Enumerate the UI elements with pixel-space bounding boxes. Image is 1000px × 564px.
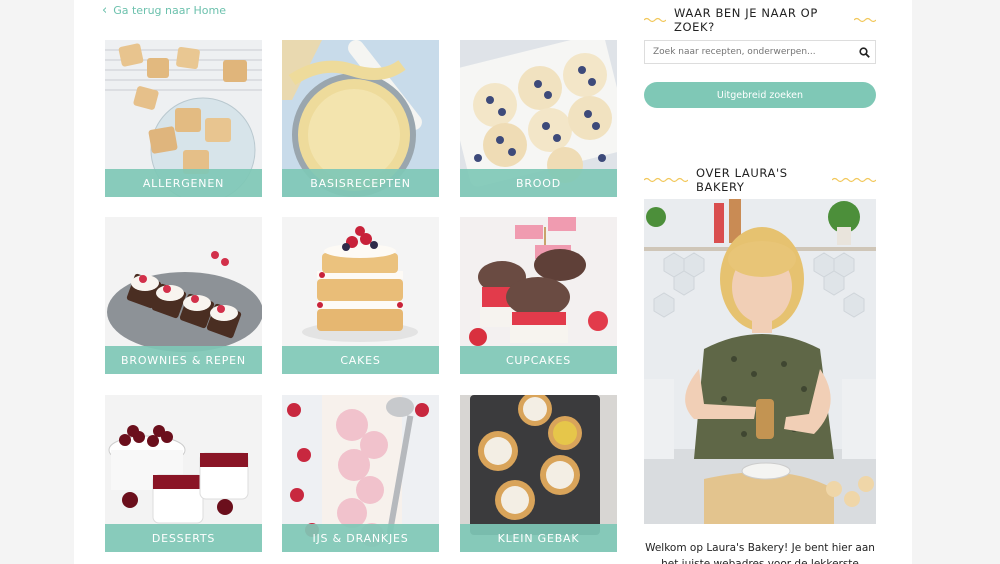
- search-box: [644, 40, 876, 64]
- wave-decoration-icon: [854, 17, 876, 23]
- wave-decoration-icon: [832, 177, 876, 183]
- category-label: BASISRECEPTEN: [282, 169, 439, 197]
- about-heading-text: OVER LAURA'S BAKERY: [696, 166, 788, 194]
- category-tile-desserts[interactable]: DESSERTS: [105, 395, 262, 552]
- search-heading-text: WAAR BEN JE NAAR OP ZOEK?: [674, 6, 818, 34]
- wave-decoration-icon: [644, 177, 688, 183]
- about-heading: OVER LAURA'S BAKERY: [644, 166, 876, 194]
- chevron-left-icon: ‹: [102, 3, 108, 18]
- category-label: ALLERGENEN: [105, 169, 262, 197]
- search-icon[interactable]: [853, 41, 875, 63]
- category-tile-allergenen[interactable]: ALLERGENEN: [105, 40, 262, 197]
- back-to-home-link[interactable]: ‹ Ga terug naar Home: [102, 4, 226, 17]
- search-heading: WAAR BEN JE NAAR OP ZOEK?: [644, 6, 876, 34]
- category-label: KLEIN GEBAK: [460, 524, 617, 552]
- category-tile-brownies-repen[interactable]: BROWNIES & REPEN: [105, 217, 262, 374]
- category-label: IJS & DRANKJES: [282, 524, 439, 552]
- category-tile-cupcakes[interactable]: CUPCAKES: [460, 217, 617, 374]
- category-label: CAKES: [282, 346, 439, 374]
- category-tile-klein-gebak[interactable]: KLEIN GEBAK: [460, 395, 617, 552]
- category-tile-cakes[interactable]: CAKES: [282, 217, 439, 374]
- advanced-search-button[interactable]: Uitgebreid zoeken: [644, 82, 876, 108]
- category-tile-ijs-drankjes[interactable]: IJS & DRANKJES: [282, 395, 439, 552]
- category-label: CUPCAKES: [460, 346, 617, 374]
- category-label: BROOD: [460, 169, 617, 197]
- welcome-text: Welkom op Laura's Bakery! Je bent hier a…: [645, 542, 875, 564]
- search-input[interactable]: [645, 41, 853, 63]
- wave-decoration-icon: [644, 17, 666, 23]
- author-photo: [644, 199, 876, 524]
- category-label: DESSERTS: [105, 524, 262, 552]
- category-tile-brood[interactable]: BROOD: [460, 40, 617, 197]
- category-label: BROWNIES & REPEN: [105, 346, 262, 374]
- category-tile-basisrecepten[interactable]: BASISRECEPTEN: [282, 40, 439, 197]
- back-link-label: Ga terug naar Home: [113, 4, 226, 17]
